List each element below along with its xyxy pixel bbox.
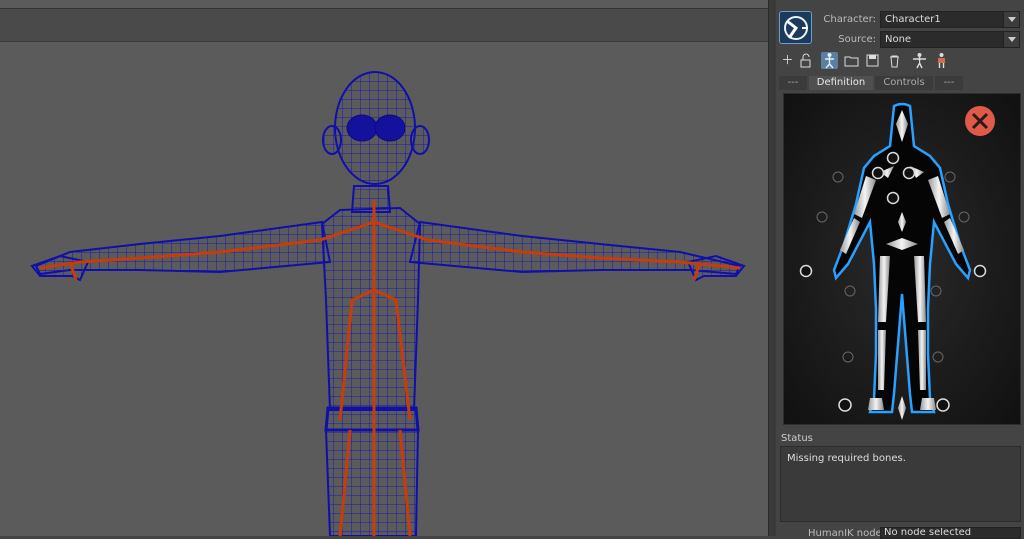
tab-definition[interactable]: Definition	[809, 76, 873, 90]
tab-right-more[interactable]: ---	[935, 76, 963, 90]
character-value: Character1	[885, 14, 941, 25]
character-label: Character:	[823, 14, 876, 25]
status-message-box: Missing required bones.	[780, 446, 1021, 522]
chevron-down-icon	[1003, 12, 1019, 27]
left-ear-mesh	[322, 125, 342, 155]
humanik-node-label: HumanIK node	[808, 528, 882, 539]
right-eye	[374, 114, 406, 142]
tab-left-more[interactable]: ---	[779, 76, 807, 90]
character-definition-view[interactable]	[783, 93, 1021, 425]
delete-icon[interactable]	[886, 52, 903, 69]
wireframe-character	[30, 71, 746, 536]
status-label: Status	[781, 433, 813, 444]
plus-icon[interactable]: ＋	[779, 52, 796, 69]
source-dropdown[interactable]: None	[880, 31, 1020, 48]
viewport-toolbar	[0, 8, 768, 42]
source-value: None	[885, 34, 912, 45]
source-label: Source:	[838, 34, 876, 45]
viewport-panel[interactable]	[0, 0, 768, 536]
status-text: Missing required bones.	[787, 453, 906, 464]
tpose-icon[interactable]	[911, 52, 928, 69]
neck-mesh	[350, 185, 392, 213]
skeleton-definition-icon[interactable]	[821, 52, 838, 69]
folder-open-icon[interactable]	[843, 52, 860, 69]
save-icon[interactable]	[864, 52, 881, 69]
panel-splitter[interactable]	[768, 0, 776, 536]
lock-icon[interactable]	[797, 52, 814, 69]
right-ear-mesh	[410, 125, 430, 155]
humanoid-figure	[784, 94, 1020, 424]
humanik-node-field[interactable]: No node selected	[880, 527, 1021, 539]
character-icon[interactable]	[933, 52, 950, 69]
humanik-logo[interactable]	[779, 11, 812, 44]
tab-controls[interactable]: Controls	[875, 76, 933, 90]
chevron-down-icon	[1003, 32, 1019, 47]
character-dropdown[interactable]: Character1	[880, 11, 1020, 28]
viewport-canvas[interactable]	[0, 43, 768, 536]
left-eye	[346, 114, 378, 142]
